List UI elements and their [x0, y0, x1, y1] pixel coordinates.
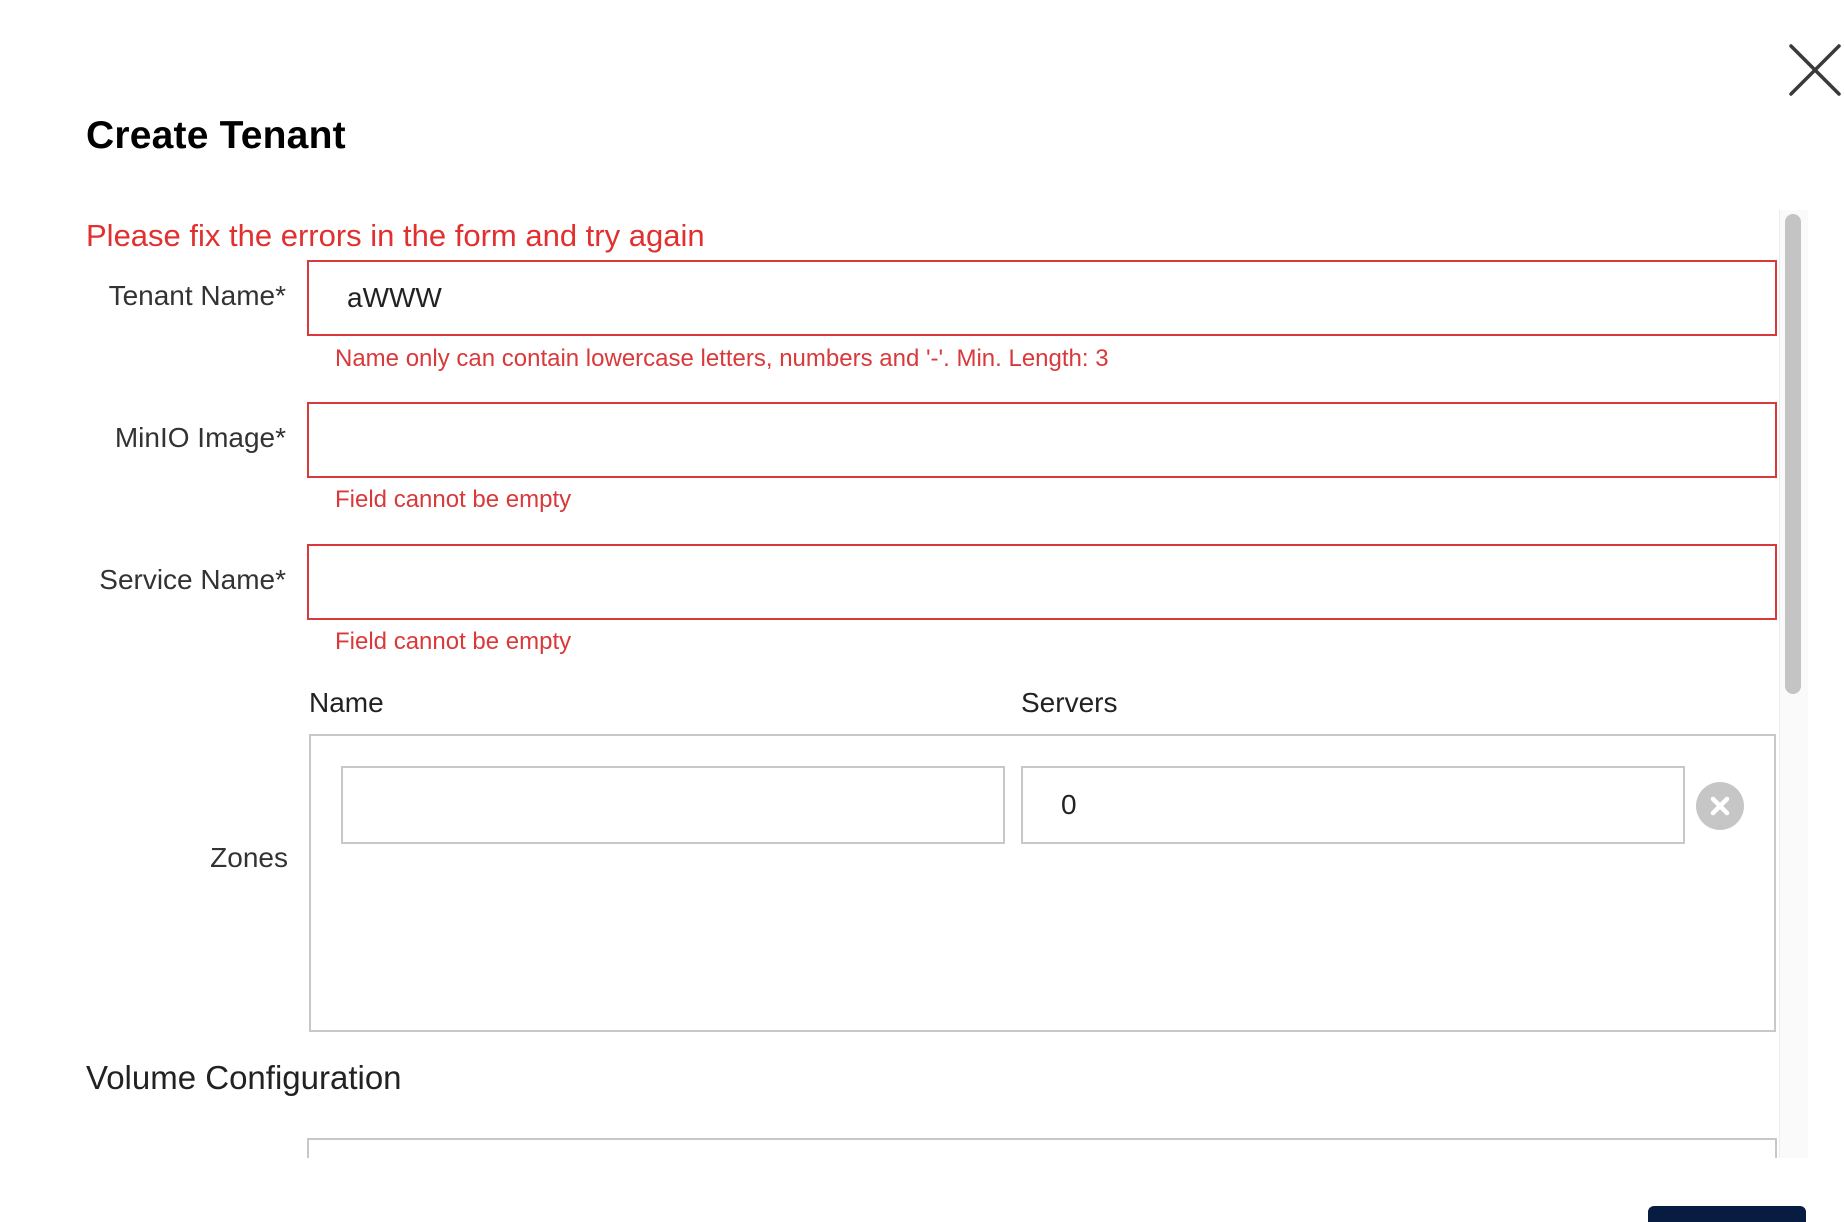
create-tenant-dialog: Create Tenant Please fix the errors in t…	[0, 0, 1844, 1222]
dialog-footer	[0, 1158, 1844, 1222]
zones-label: Zones	[210, 842, 288, 873]
volume-field-partial[interactable]	[307, 1138, 1777, 1158]
tenant-name-error: Name only can contain lowercase letters,…	[335, 345, 1109, 372]
zones-column-servers: Servers	[1021, 687, 1118, 718]
minio-image-error: Field cannot be empty	[335, 486, 572, 513]
zone-servers-input[interactable]	[1021, 766, 1685, 844]
volume-configuration-heading: Volume Configuration	[86, 1059, 402, 1096]
close-icon[interactable]	[1785, 40, 1843, 98]
form-error-message: Please fix the errors in the form and tr…	[86, 218, 705, 253]
tenant-name-label: Tenant Name*	[108, 280, 286, 311]
form-scroll-area: Please fix the errors in the form and tr…	[0, 208, 1812, 1158]
minio-image-label: MinIO Image*	[114, 422, 286, 453]
service-name-label: Service Name*	[99, 564, 286, 595]
zone-name-input[interactable]	[341, 766, 1005, 844]
zones-column-name: Name	[309, 687, 384, 718]
zones-list	[309, 734, 1776, 1032]
scrollbar-thumb[interactable]	[1785, 214, 1801, 694]
remove-zone-icon[interactable]	[1696, 782, 1744, 830]
minio-image-input[interactable]	[307, 402, 1777, 478]
create-button[interactable]	[1648, 1206, 1806, 1222]
service-name-input[interactable]	[307, 544, 1777, 620]
dialog-title: Create Tenant	[86, 114, 346, 157]
tenant-name-input[interactable]	[307, 260, 1777, 336]
service-name-error: Field cannot be empty	[335, 628, 572, 655]
